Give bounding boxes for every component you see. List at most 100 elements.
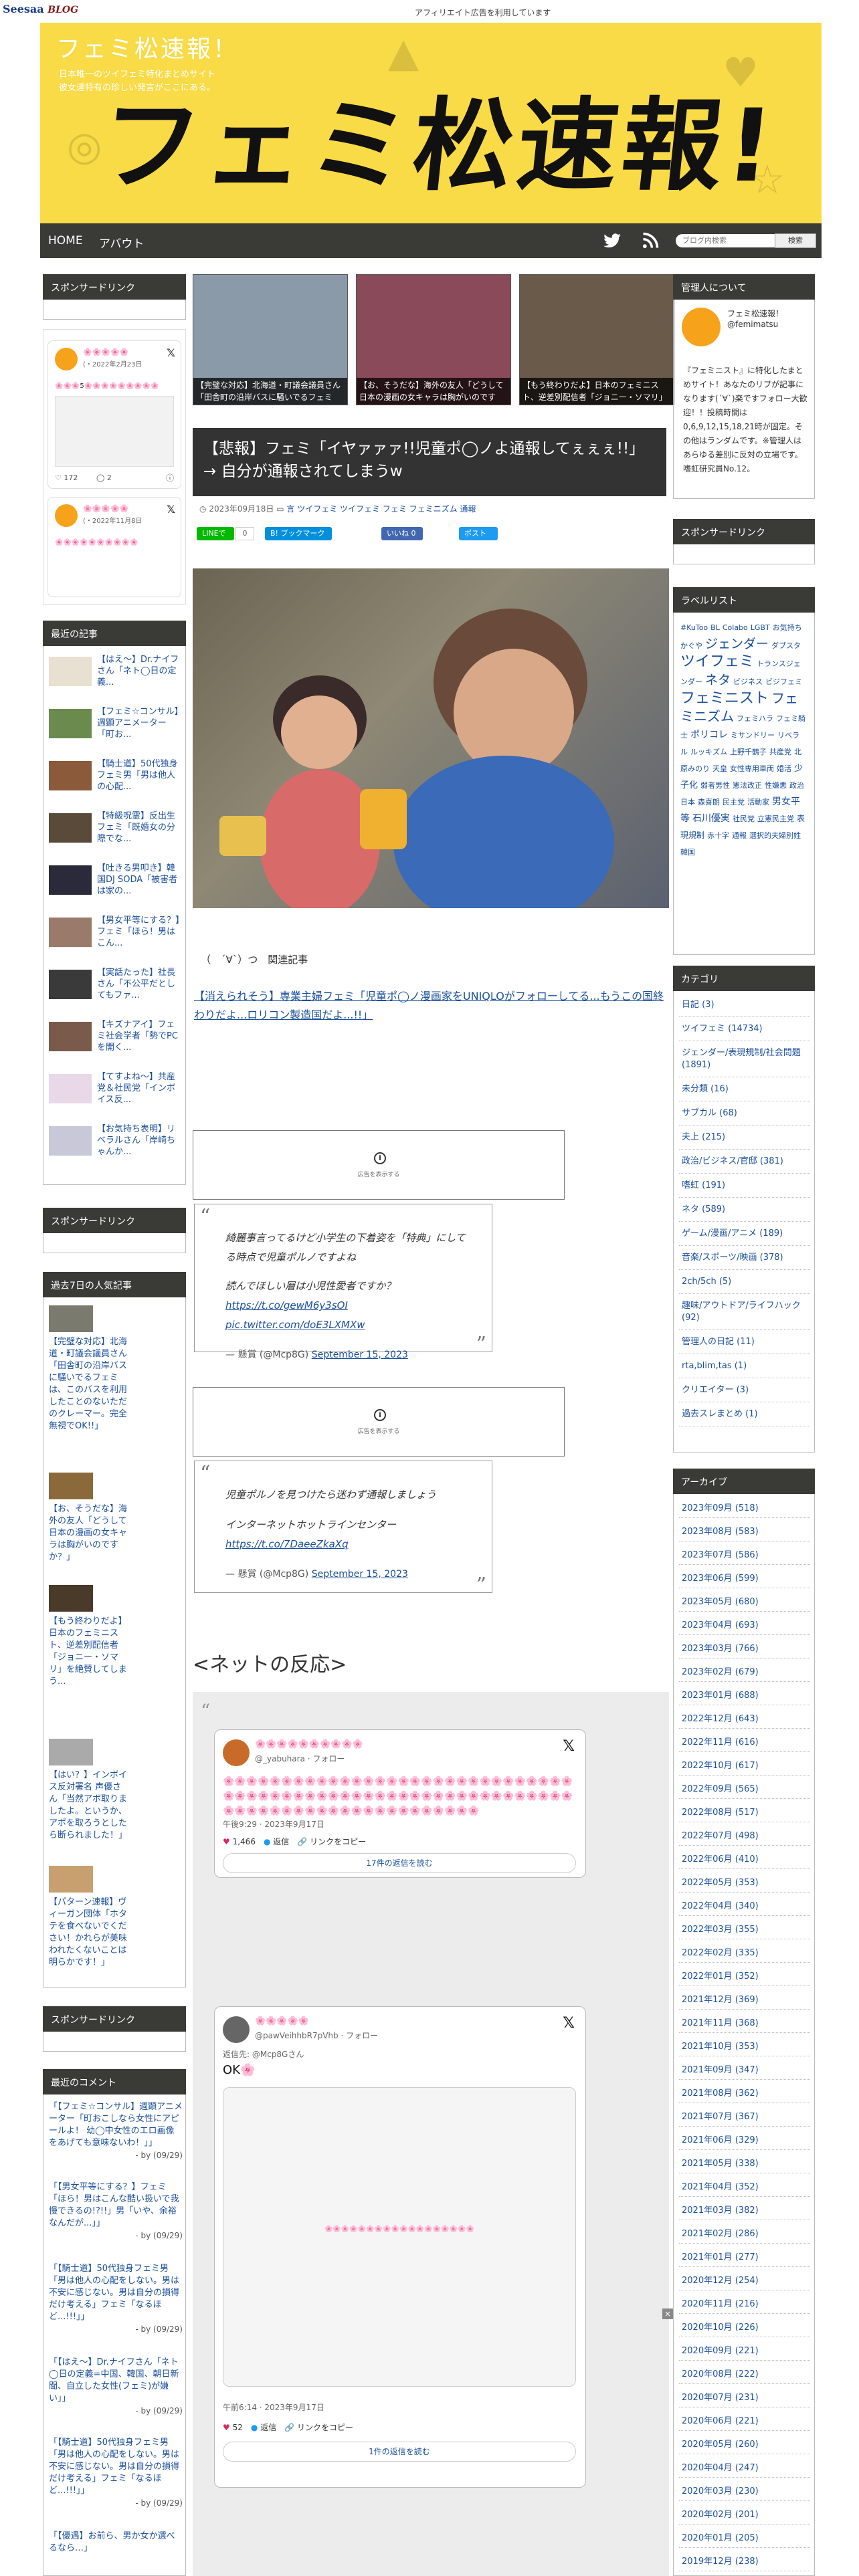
- label-tag[interactable]: LGBT: [751, 623, 770, 632]
- category-link[interactable]: 夫上 (215): [682, 1132, 807, 1144]
- archive-link[interactable]: 2022年11月 (616): [682, 1735, 759, 1747]
- related-article-link[interactable]: 【消えられそう】専業主婦フェミ「児童ポ◯ノ漫画家をUNIQLOがフォローしてる.…: [194, 987, 670, 1025]
- archive-link[interactable]: 2020年06月 (221): [682, 2413, 759, 2426]
- archive-link[interactable]: 2021年05月 (338): [682, 2156, 759, 2169]
- comment-link[interactable]: 「【フェミ☆コンサル】週顕アニメーター「町おこしなら女性にアピールよ！ 幼◯中女…: [49, 2101, 183, 2149]
- comment-item[interactable]: 「【騎士道】50代独身フェミ男「男は他人の心配をしない。男は不安に感じない。男は…: [49, 2263, 183, 2335]
- archive-link[interactable]: 2021年06月 (329): [682, 2133, 759, 2145]
- archive-link[interactable]: 2020年11月 (216): [682, 2296, 759, 2309]
- archive-link[interactable]: 2022年02月 (335): [682, 1945, 759, 1958]
- comment-item[interactable]: 「【騎士道】50代独身フェミ男「男は他人の心配をしない。男は不安に感じない。男は…: [49, 2437, 183, 2509]
- timeline-tweet[interactable]: 🌸🌸🌸🌸🌸 (・2022年2月23日 𝕏 🌸🌸🌸5🌸🌸🌸🌸🌸🌸🌸🌸🌸 ♡ 172…: [47, 340, 181, 489]
- label-tag[interactable]: ルッキズム: [690, 748, 727, 756]
- avatar[interactable]: [223, 1739, 250, 1766]
- post-link[interactable]: 【実話たった】社長さん「不公平だとしてもファ...: [97, 967, 183, 1012]
- category-link[interactable]: 管理人の日記 (11): [682, 1336, 807, 1348]
- tweet-image[interactable]: [55, 396, 174, 467]
- quote-link[interactable]: https://t.co/7DaeeZkaXq: [225, 1538, 349, 1550]
- featured-post[interactable]: 【完璧な対応】北海道・町議会議員さん「田舎町の沿岸バスに騒いでるフェミは...: [193, 274, 348, 405]
- archive-link[interactable]: 2021年08月 (362): [682, 2086, 759, 2099]
- label-tag[interactable]: 共産党: [769, 748, 791, 756]
- label-tag[interactable]: かぐや: [680, 641, 702, 650]
- label-tag[interactable]: ビジフェミ: [765, 677, 802, 686]
- post-link[interactable]: 【はい？】インボイス反対署名 声優さん「当然アボ取りましたよ。というか、アポを取…: [49, 1769, 129, 1842]
- tweet-author[interactable]: 🌸🌸🌸🌸🌸: [255, 2016, 309, 2026]
- x-logo-icon[interactable]: 𝕏: [167, 503, 175, 516]
- label-tag[interactable]: 女性専用車両: [730, 764, 774, 773]
- tweet-date[interactable]: (・2022年11月8日: [83, 515, 142, 525]
- facebook-like-button[interactable]: いいね 0: [381, 527, 423, 540]
- archive-link[interactable]: 2022年10月 (617): [682, 1758, 759, 1771]
- post-thumbnail[interactable]: [49, 1739, 93, 1765]
- label-tag[interactable]: 森喜朗: [698, 798, 720, 807]
- comment-link[interactable]: 「【優遇】お前ら、男か女か選べるなら…」: [49, 2531, 183, 2555]
- tweet-media[interactable]: 🌸🌸🌸🌸🌸🌸🌸🌸🌸🌸🌸🌸🌸🌸🌸🌸🌸🌸: [223, 2087, 576, 2387]
- post-link[interactable]: 【騎士道】50代独身フェミ男「男は他人の心配...: [97, 758, 183, 804]
- label-tag[interactable]: 性嫌悪: [765, 781, 787, 790]
- post-thumbnail[interactable]: [49, 1585, 93, 1612]
- archive-link[interactable]: 2023年06月 (599): [682, 1571, 759, 1584]
- tweet-likes[interactable]: ♡ 172: [55, 473, 78, 482]
- label-tag[interactable]: 活動家: [747, 798, 769, 807]
- category-link[interactable]: 趣味/アウトドア/ライフハック (92): [682, 1300, 807, 1324]
- label-tag[interactable]: ジェンダー: [705, 637, 769, 651]
- label-tag[interactable]: Colabo: [723, 623, 748, 632]
- tweet-author[interactable]: 🌸🌸🌸🌸🌸: [83, 504, 128, 513]
- post-link[interactable]: 【完璧な対応】北海道・町議会議員さん「田舎町の沿岸バスに騒いでるフェミは、このバ…: [49, 1336, 129, 1432]
- post-thumbnail[interactable]: [49, 709, 92, 738]
- info-icon[interactable]: i: [374, 1409, 386, 1421]
- comment-link[interactable]: 「【騎士道】50代独身フェミ男「男は他人の心配をしない。男は不安に感じない。男は…: [49, 2437, 183, 2497]
- post-thumbnail[interactable]: [49, 1074, 92, 1103]
- reply-icon[interactable]: ●: [251, 2423, 258, 2432]
- category-link[interactable]: ネタ (589): [682, 1204, 807, 1216]
- sponsor-ad-slot[interactable]: [43, 300, 186, 320]
- comment-link[interactable]: 「【騎士道】50代独身フェミ男「男は他人の心配をしない。男は不安に感じない。男は…: [49, 2263, 183, 2323]
- popular-post-item[interactable]: 【はい？】インボイス反対署名 声優さん「当然アボ取りましたよ。というか、アポを取…: [49, 1739, 183, 1842]
- search-input[interactable]: [676, 234, 787, 247]
- recent-post-item[interactable]: 【はえ〜】Dr.ナイフさん「ネト◯日の定義...: [49, 654, 183, 701]
- reply-label[interactable]: 返信: [260, 2423, 276, 2432]
- heart-icon[interactable]: ♥: [223, 1837, 230, 1846]
- admin-name[interactable]: フェミ松速報！: [727, 308, 783, 319]
- heart-icon[interactable]: ♥: [223, 2423, 230, 2432]
- label-tag[interactable]: 民主党: [723, 798, 745, 807]
- featured-post[interactable]: 【お、そうだな】海外の友人「どうして日本の漫画の女キャラは胸がいのですか？」: [356, 274, 511, 405]
- recent-post-item[interactable]: 【吐きる男叩き】韓国DJ SODA「被害者は家の...: [49, 863, 183, 909]
- post-link[interactable]: 【特級呪霊】反出生フェミ「既婚女の分際でな...: [97, 811, 183, 856]
- nav-about-link[interactable]: アバウト: [99, 234, 144, 251]
- site-title[interactable]: フェミ松速報！: [56, 29, 239, 64]
- archive-link[interactable]: 2021年03月 (382): [682, 2203, 759, 2216]
- avatar[interactable]: [223, 2016, 250, 2043]
- comment-link[interactable]: 「【男女平等にする？】フェミ「ほら！男はこんな酷い扱いで我慢できるの!?!!」男…: [49, 2181, 183, 2230]
- comment-link[interactable]: 「【はえ〜】Dr.ナイフさん「ネト◯日の定義=中国、韓国、朝日新聞、自立した女性…: [49, 2357, 183, 2405]
- info-icon[interactable]: i: [374, 1152, 386, 1164]
- comment-item[interactable]: 「【男女平等にする？】フェミ「ほら！男はこんな酷い扱いで我慢できるの!?!!」男…: [49, 2181, 183, 2242]
- timeline-tweet[interactable]: 🌸🌸🌸🌸🌸 (・2022年11月8日 𝕏 🌸🌸🌸🌸🌸🌸🌸🌸🌸🌸: [47, 497, 181, 597]
- admin-handle[interactable]: @femimatsu: [727, 320, 778, 329]
- reply-to[interactable]: 返信先: @Mcp8Gさん: [223, 2048, 304, 2060]
- category-link[interactable]: rta,blim,tas (1): [682, 1360, 807, 1372]
- category-link[interactable]: 過去スレまとめ (1): [682, 1408, 807, 1420]
- popular-post-item[interactable]: 【完璧な対応】北海道・町議会議員さん「田舎町の沿岸バスに騒いでるフェミは、このバ…: [49, 1305, 183, 1432]
- post-link[interactable]: 【キズナアイ】フェミ社会学者「勢でPCを開く...: [97, 1019, 183, 1065]
- post-link[interactable]: 【もう終わりだよ】日本のフェミニスト、逆差別配信者「ジョニー・ソマリ」を絶賛して…: [49, 1616, 129, 1688]
- quote-date-link[interactable]: September 15, 2023: [312, 1350, 408, 1360]
- recent-post-item[interactable]: 【特級呪霊】反出生フェミ「既婚女の分際でな...: [49, 811, 183, 857]
- archive-link[interactable]: 2020年05月 (260): [682, 2437, 759, 2450]
- category-link[interactable]: 2ch/5ch (5): [682, 1276, 807, 1288]
- archive-link[interactable]: 2023年02月 (679): [682, 1665, 759, 1677]
- archive-link[interactable]: 2020年12月 (254): [682, 2273, 759, 2286]
- category-link[interactable]: ツイフェミ (14734): [682, 1023, 807, 1035]
- label-tag[interactable]: 日本: [680, 798, 695, 807]
- archive-link[interactable]: 2020年08月 (222): [682, 2367, 759, 2379]
- reply-label[interactable]: 返信: [273, 1837, 289, 1846]
- seesaa-blog-logo[interactable]: Seesaa BLOG: [3, 3, 78, 15]
- archive-link[interactable]: 2023年05月 (680): [682, 1594, 759, 1607]
- category-link[interactable]: 未分類 (16): [682, 1083, 807, 1095]
- ad-slot[interactable]: i 広告を表示する: [193, 1387, 565, 1457]
- featured-caption[interactable]: 【完璧な対応】北海道・町議会議員さん「田舎町の沿岸バスに騒いでるフェミは...: [193, 378, 347, 405]
- comment-item[interactable]: 「【優遇】お前ら、男か女か選べるなら…」: [49, 2531, 183, 2555]
- comment-item[interactable]: 「【はえ〜】Dr.ナイフさん「ネト◯日の定義=中国、韓国、朝日新聞、自立した女性…: [49, 2357, 183, 2417]
- category-link[interactable]: ゲーム/漫画/アニメ (189): [682, 1228, 807, 1240]
- recent-post-item[interactable]: 【キズナアイ】フェミ社会学者「勢でPCを開く...: [49, 1019, 183, 1066]
